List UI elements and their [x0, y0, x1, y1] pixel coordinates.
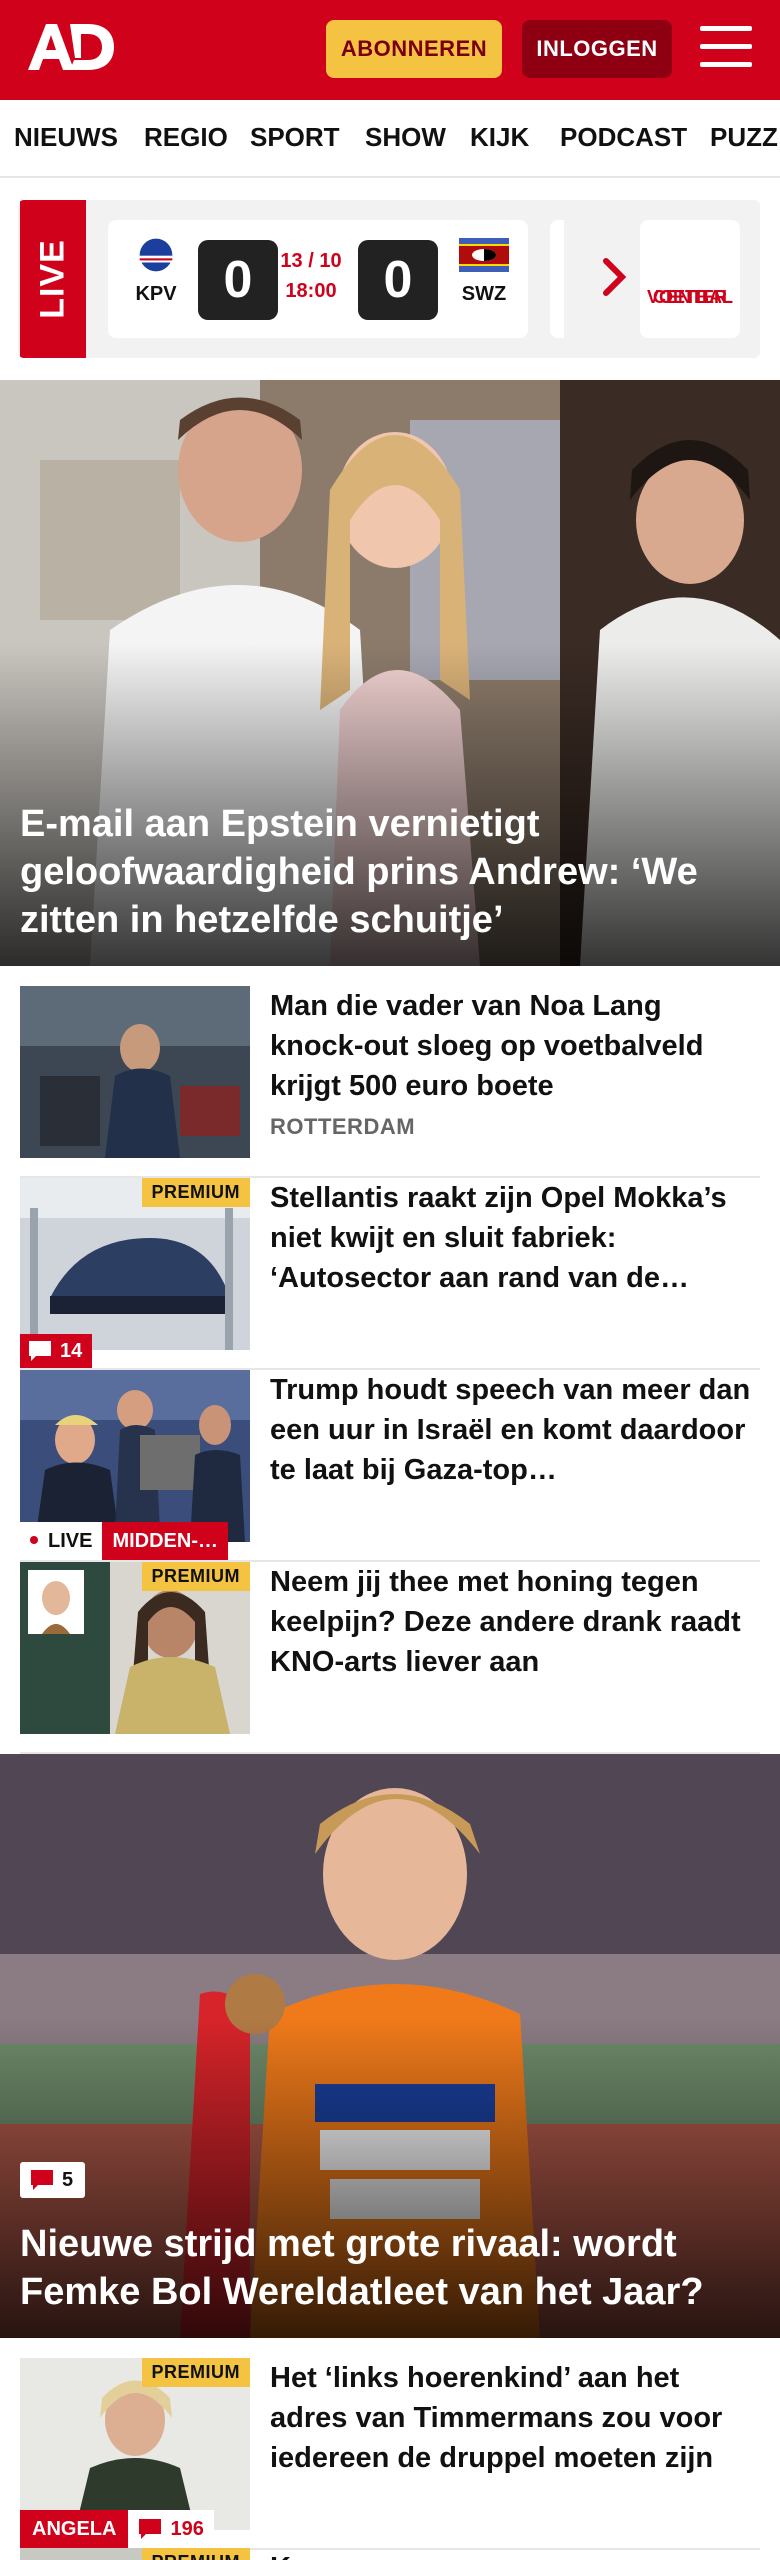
comment-count: 196 [128, 2510, 214, 2548]
voetbal-center-line2: CENTER [652, 287, 727, 307]
comment-count-badge[interactable]: 14 [20, 1334, 93, 1368]
comment-icon [139, 2519, 162, 2539]
list-item[interactable]: PREMIUM ANGELA 196 Het ‘links hoerenkind… [20, 2358, 760, 2550]
nav-item-puzzel[interactable]: PUZZ [710, 122, 778, 153]
home-team: KPV [126, 238, 186, 306]
nav-item-podcast[interactable]: PODCAST [560, 122, 687, 153]
ad-logo[interactable] [26, 18, 116, 78]
list-item[interactable]: PREMIUM Neem jij thee met honing tegen k… [20, 1562, 760, 1754]
list-item[interactable]: Man die vader van Noa Lang knock-out slo… [20, 986, 760, 1178]
hero-headline[interactable]: Nieuwe strijd met grote rivaal: wordt Fe… [20, 2220, 762, 2316]
premium-badge: PREMIUM [141, 1562, 250, 1591]
author-comment-tag[interactable]: ANGELA 196 [20, 2510, 214, 2548]
match-date: 13 / 10 [280, 250, 342, 272]
nav-item-regio[interactable]: REGIO [144, 122, 228, 153]
article-title[interactable]: Het ‘links hoerenkind’ aan het adres van… [270, 2358, 760, 2478]
hamburger-menu-icon[interactable] [700, 26, 752, 72]
ad-logo-mark [28, 24, 114, 70]
match-card[interactable]: KPV 0 13 / 10 18:00 0 SWZ [108, 220, 528, 338]
section-nav: NIEUWS REGIO SPORT SHOW KIJK PODCAST PUZ… [0, 100, 780, 178]
match-time: 18:00 [285, 280, 337, 302]
comment-count-badge[interactable]: 5 [20, 2162, 86, 2198]
hero-story-andrew[interactable]: E-mail aan Epstein vernietigt geloofwaar… [0, 380, 780, 966]
nav-item-nieuws[interactable]: NIEUWS [14, 122, 118, 153]
article-title[interactable]: Kassa [270, 2548, 760, 2560]
premium-badge: PREMIUM [141, 1178, 250, 1207]
article-title[interactable]: Trump houdt speech van meer dan een uur … [270, 1370, 760, 1490]
list-item[interactable]: PREMIUM 14 Stellantis raakt zijn Opel Mo… [20, 1178, 760, 1370]
nav-item-kijk[interactable]: KIJK [470, 122, 529, 153]
away-score: 0 [358, 240, 438, 320]
flag-kpv-icon [139, 238, 173, 272]
author-label: ANGELA [20, 2510, 129, 2548]
category-label: MIDDEN-… [102, 1522, 228, 1560]
next-match-card-peek[interactable] [550, 220, 564, 338]
comment-icon [31, 2170, 53, 2190]
premium-badge: PREMIUM [141, 2358, 250, 2387]
article-title[interactable]: Neem jij thee met honing tegen keelpijn?… [270, 1562, 760, 1682]
match-datetime: 13 / 10 18:00 [274, 246, 348, 306]
home-team-code: KPV [135, 283, 177, 305]
voetbal-center-link[interactable]: VOETBAL CENTER [640, 220, 740, 338]
article-title[interactable]: Man die vader van Noa Lang knock-out slo… [270, 986, 760, 1106]
nav-item-show[interactable]: SHOW [365, 122, 446, 153]
live-category-tag[interactable]: LIVE MIDDEN-… [20, 1522, 228, 1560]
chevron-right-icon[interactable] [600, 255, 630, 299]
article-thumbnail [20, 1370, 250, 1542]
article-location: ROTTERDAM [270, 1114, 416, 1139]
live-score-strip: LIVE KPV 0 13 / 10 18:00 0 SWZ VOETBAL C… [18, 200, 760, 358]
login-button[interactable]: INLOGGEN [522, 20, 672, 78]
hero-headline[interactable]: E-mail aan Epstein vernietigt geloofwaar… [20, 800, 762, 944]
premium-badge: PREMIUM [141, 2548, 250, 2560]
subscribe-button[interactable]: ABONNEREN [326, 20, 502, 78]
live-badge: LIVE [20, 200, 86, 358]
article-title[interactable]: Stellantis raakt zijn Opel Mokka’s niet … [270, 1178, 760, 1298]
live-label: LIVE [20, 1522, 103, 1560]
nav-item-sport[interactable]: SPORT [250, 122, 340, 153]
list-item[interactable]: PREMIUM Kassa [20, 2548, 760, 2560]
flag-swz-icon [459, 238, 509, 272]
away-team: SWZ [454, 238, 514, 306]
top-header: ABONNEREN INLOGGEN [0, 0, 780, 100]
article-thumbnail [20, 986, 250, 1158]
home-score: 0 [198, 240, 278, 320]
hero-story-bol[interactable]: 5 Nieuwe strijd met grote rivaal: wordt … [0, 1754, 780, 2338]
list-item[interactable]: LIVE MIDDEN-… Trump houdt speech van mee… [20, 1370, 760, 1562]
comment-icon [29, 1341, 51, 1361]
away-team-code: SWZ [461, 283, 507, 305]
